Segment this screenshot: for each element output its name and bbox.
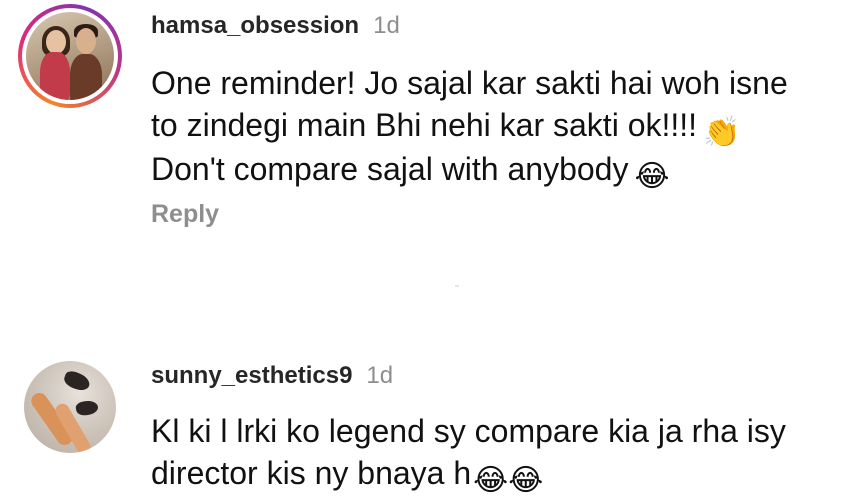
- avatar-figure-head: [46, 30, 66, 54]
- username-link[interactable]: sunny_esthetics9: [151, 362, 352, 389]
- comment-line-with-emoji: director kis ny bnaya h😂😂: [151, 452, 786, 496]
- comment-item: hamsa_obsession 1d One reminder! Jo sajal…: [0, 0, 867, 260]
- comment-line: One reminder! Jo sajal kar sakti hai woh…: [151, 65, 788, 101]
- avatar-figure-shoe: [74, 399, 100, 417]
- avatar[interactable]: [24, 361, 116, 453]
- comment-header: hamsa_obsession 1d: [151, 12, 400, 40]
- comment-timestamp: 1d: [373, 12, 400, 39]
- comment-header: sunny_esthetics9 1d: [151, 362, 393, 390]
- clapping-hands-icon: 👏: [703, 115, 741, 150]
- avatar-figure-head: [76, 28, 96, 54]
- avatar-image: [26, 12, 114, 100]
- avatar-figure-shoe: [62, 369, 92, 393]
- tears-of-joy-icon: 😂: [634, 159, 670, 194]
- tears-of-joy-icon: 😂😂: [473, 463, 544, 498]
- username-link[interactable]: hamsa_obsession: [151, 12, 359, 39]
- divider-dot: [455, 285, 459, 287]
- avatar-figure-body: [70, 54, 102, 100]
- comment-line: Don't compare sajal with anybody: [151, 151, 629, 187]
- avatar-ring-inner: [22, 8, 118, 104]
- avatar-figure-body: [40, 52, 70, 100]
- comment-text: Kl ki l lrki ko legend sy compare kia ja…: [151, 410, 786, 496]
- comment-line-with-emoji: to zindegi main Bhi nehi kar sakti ok!!!…: [151, 104, 788, 148]
- comment-line: Kl ki l lrki ko legend sy compare kia ja…: [151, 413, 786, 449]
- reply-button[interactable]: Reply: [151, 200, 219, 229]
- avatar[interactable]: [18, 4, 122, 108]
- comment-line-with-emoji: Don't compare sajal with anybody 😂: [151, 148, 788, 192]
- comment-text: One reminder! Jo sajal kar sakti hai woh…: [151, 62, 788, 192]
- comment-timestamp: 1d: [366, 362, 394, 389]
- comment-line: director kis ny bnaya h: [151, 455, 472, 491]
- comment-line: to zindegi main Bhi nehi kar sakti ok!!!…: [151, 107, 698, 143]
